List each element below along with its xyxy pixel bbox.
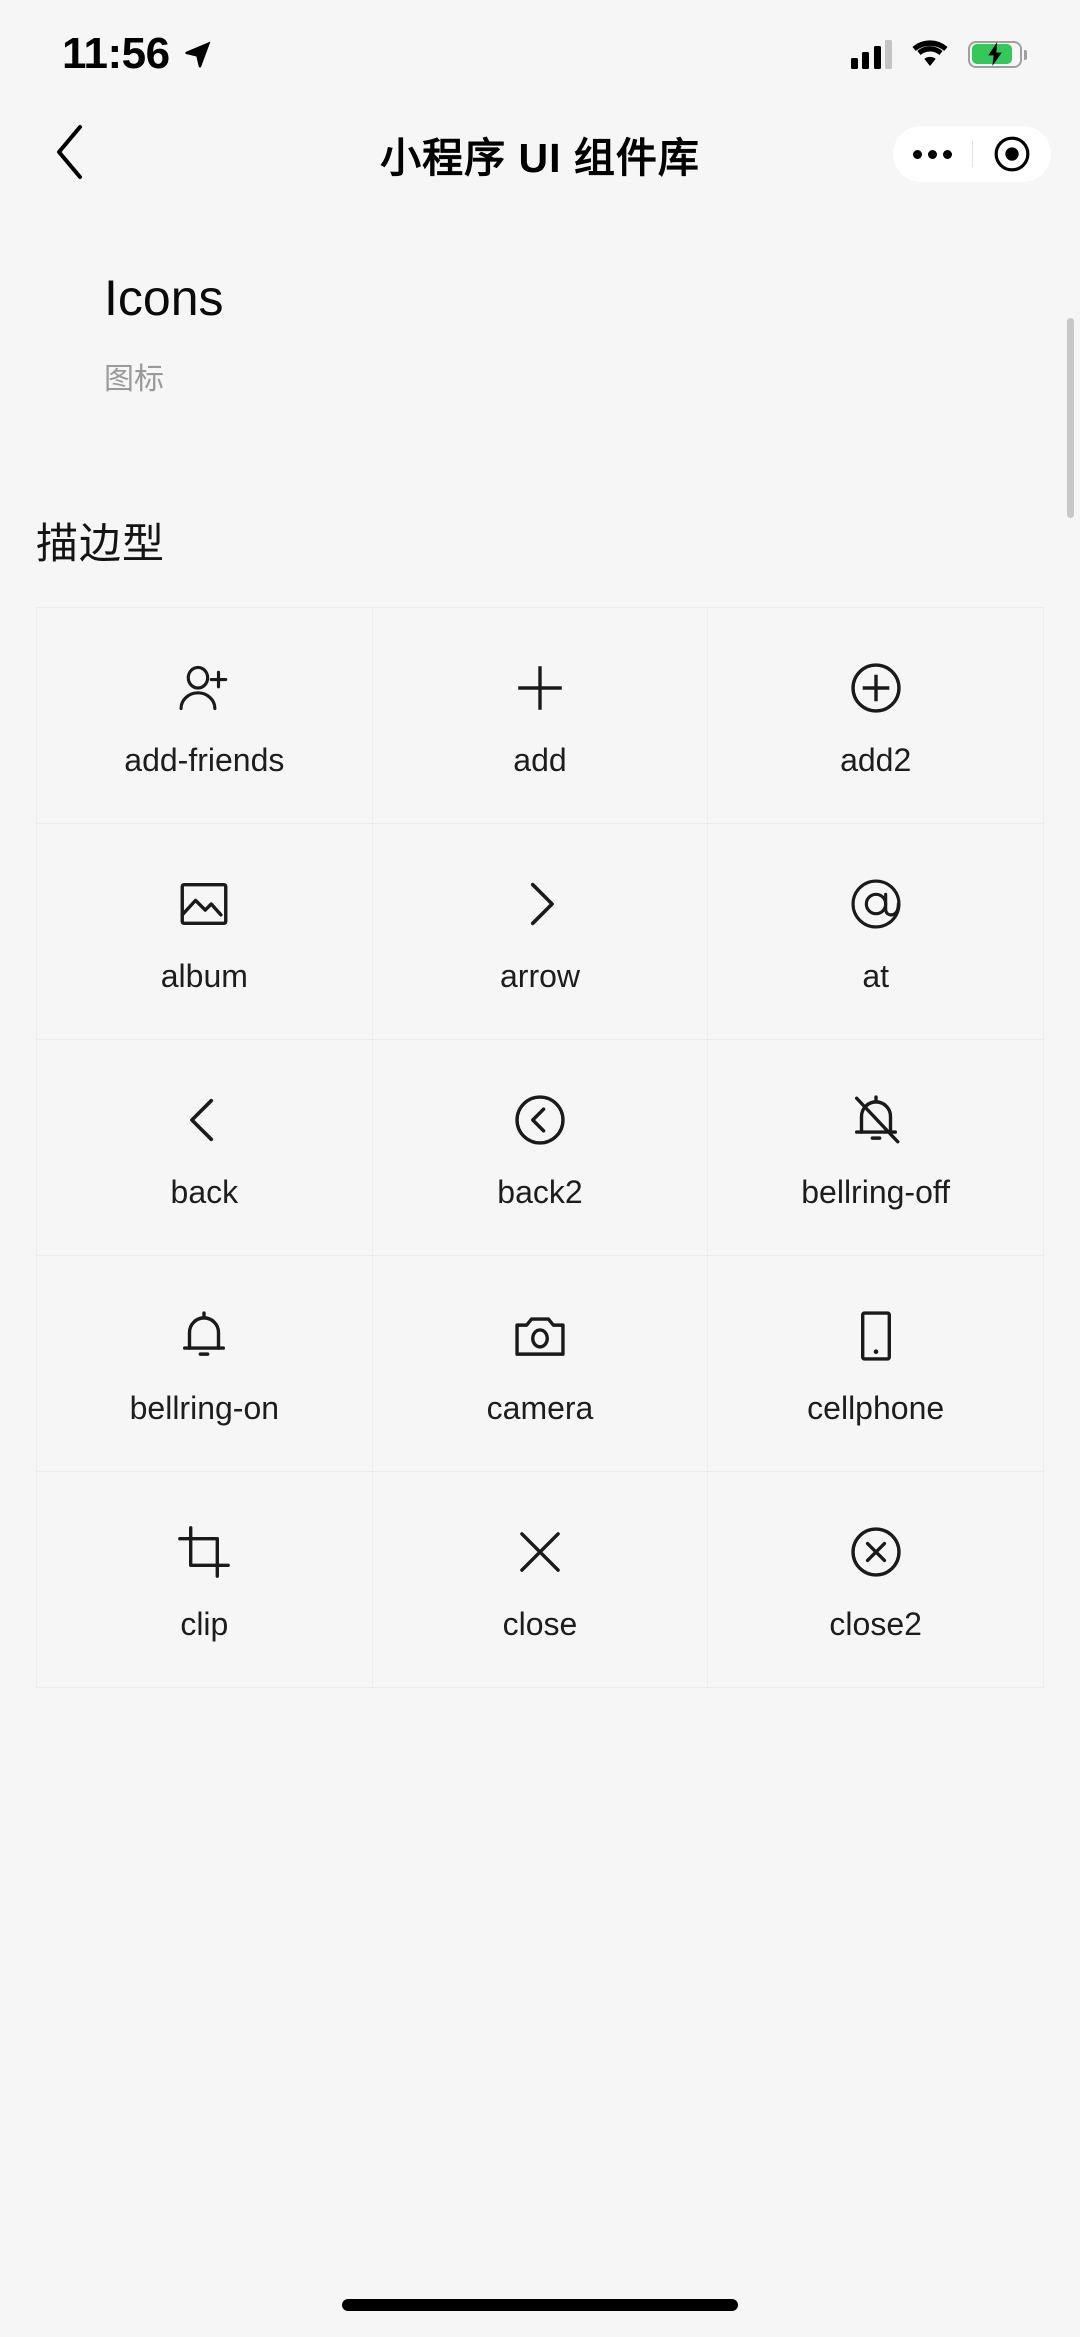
page-header: Icons 图标: [0, 200, 1080, 398]
home-indicator: [342, 2299, 738, 2311]
more-button[interactable]: [893, 126, 972, 182]
icon-label: add-friends: [124, 741, 285, 778]
page-subtitle: 图标: [104, 363, 164, 396]
status-time: 11:56: [62, 29, 170, 78]
back-chevron-icon: [53, 124, 87, 185]
icon-grid: add-friends add add2 album arrow at back back2 b…: [36, 607, 1044, 1688]
section-title: 描边型: [36, 520, 166, 567]
icon-cell-close2[interactable]: close2: [708, 1472, 1044, 1688]
x-icon: [508, 1520, 572, 1584]
icon-cell-close[interactable]: close: [372, 1472, 709, 1688]
plus-icon: [508, 656, 572, 720]
mini-program-capsule: [892, 125, 1052, 183]
icon-label: close: [502, 1605, 578, 1642]
icon-label: camera: [486, 1389, 594, 1426]
location-arrow-icon: [183, 39, 213, 69]
add-friends-icon: [172, 656, 236, 720]
icon-cell-bellring-on[interactable]: bellring-on: [37, 1256, 373, 1472]
icon-cell-back[interactable]: back: [37, 1040, 373, 1256]
status-bar-left: 11:56: [62, 32, 213, 76]
x-circle-icon: [844, 1520, 908, 1584]
back-button[interactable]: [40, 124, 100, 184]
cellphone-icon: [844, 1304, 908, 1368]
mini-program-target-icon: [993, 135, 1031, 173]
icon-label: album: [160, 957, 248, 994]
image-icon: [172, 872, 236, 936]
camera-icon: [508, 1304, 572, 1368]
battery-charging-icon: [968, 40, 1027, 68]
icon-label: add: [513, 741, 567, 778]
icon-cell-at[interactable]: at: [708, 824, 1044, 1040]
at-sign-icon: [844, 872, 908, 936]
chevron-left-icon: [172, 1088, 236, 1152]
icon-cell-camera[interactable]: camera: [372, 1256, 709, 1472]
icon-label: add2: [840, 741, 912, 778]
wifi-icon: [911, 40, 949, 68]
status-bar: 11:56: [0, 0, 1080, 108]
icon-label: back2: [497, 1173, 583, 1210]
icon-label: bellring-off: [801, 1173, 951, 1210]
crop-icon: [172, 1520, 236, 1584]
bell-icon: [172, 1304, 236, 1368]
page-title: Icons: [104, 270, 224, 326]
status-bar-right: [850, 39, 1027, 69]
navigation-bar: 小程序 UI 组件库: [0, 108, 1080, 200]
icon-label: clip: [180, 1605, 229, 1642]
icon-label: back: [170, 1173, 239, 1210]
icon-cell-cellphone[interactable]: cellphone: [708, 1256, 1044, 1472]
cellular-signal-icon: [850, 39, 892, 69]
icon-cell-back2[interactable]: back2: [372, 1040, 709, 1256]
plus-circle-icon: [844, 656, 908, 720]
page-content: Icons 图标 描边型 add-friends add add2 album arro…: [0, 200, 1080, 2337]
icon-cell-add-friends[interactable]: add-friends: [37, 608, 373, 824]
bell-off-icon: [844, 1088, 908, 1152]
more-dots-icon: [912, 149, 952, 159]
icon-label: cellphone: [807, 1389, 945, 1426]
chevron-left-circle-icon: [508, 1088, 572, 1152]
icon-label: at: [862, 957, 889, 994]
icon-cell-album[interactable]: album: [37, 824, 373, 1040]
icon-cell-arrow[interactable]: arrow: [372, 824, 709, 1040]
icon-cell-add2[interactable]: add2: [708, 608, 1044, 824]
scrollbar-thumb[interactable]: [1067, 318, 1074, 518]
icon-cell-clip[interactable]: clip: [37, 1472, 373, 1688]
icon-cell-add[interactable]: add: [372, 608, 709, 824]
icon-label: bellring-on: [129, 1389, 280, 1426]
chevron-right-icon: [508, 872, 572, 936]
icon-cell-bellring-off[interactable]: bellring-off: [708, 1040, 1044, 1256]
close-miniprogram-button[interactable]: [973, 126, 1052, 182]
icon-label: arrow: [499, 957, 580, 994]
icon-label: close2: [829, 1605, 922, 1642]
